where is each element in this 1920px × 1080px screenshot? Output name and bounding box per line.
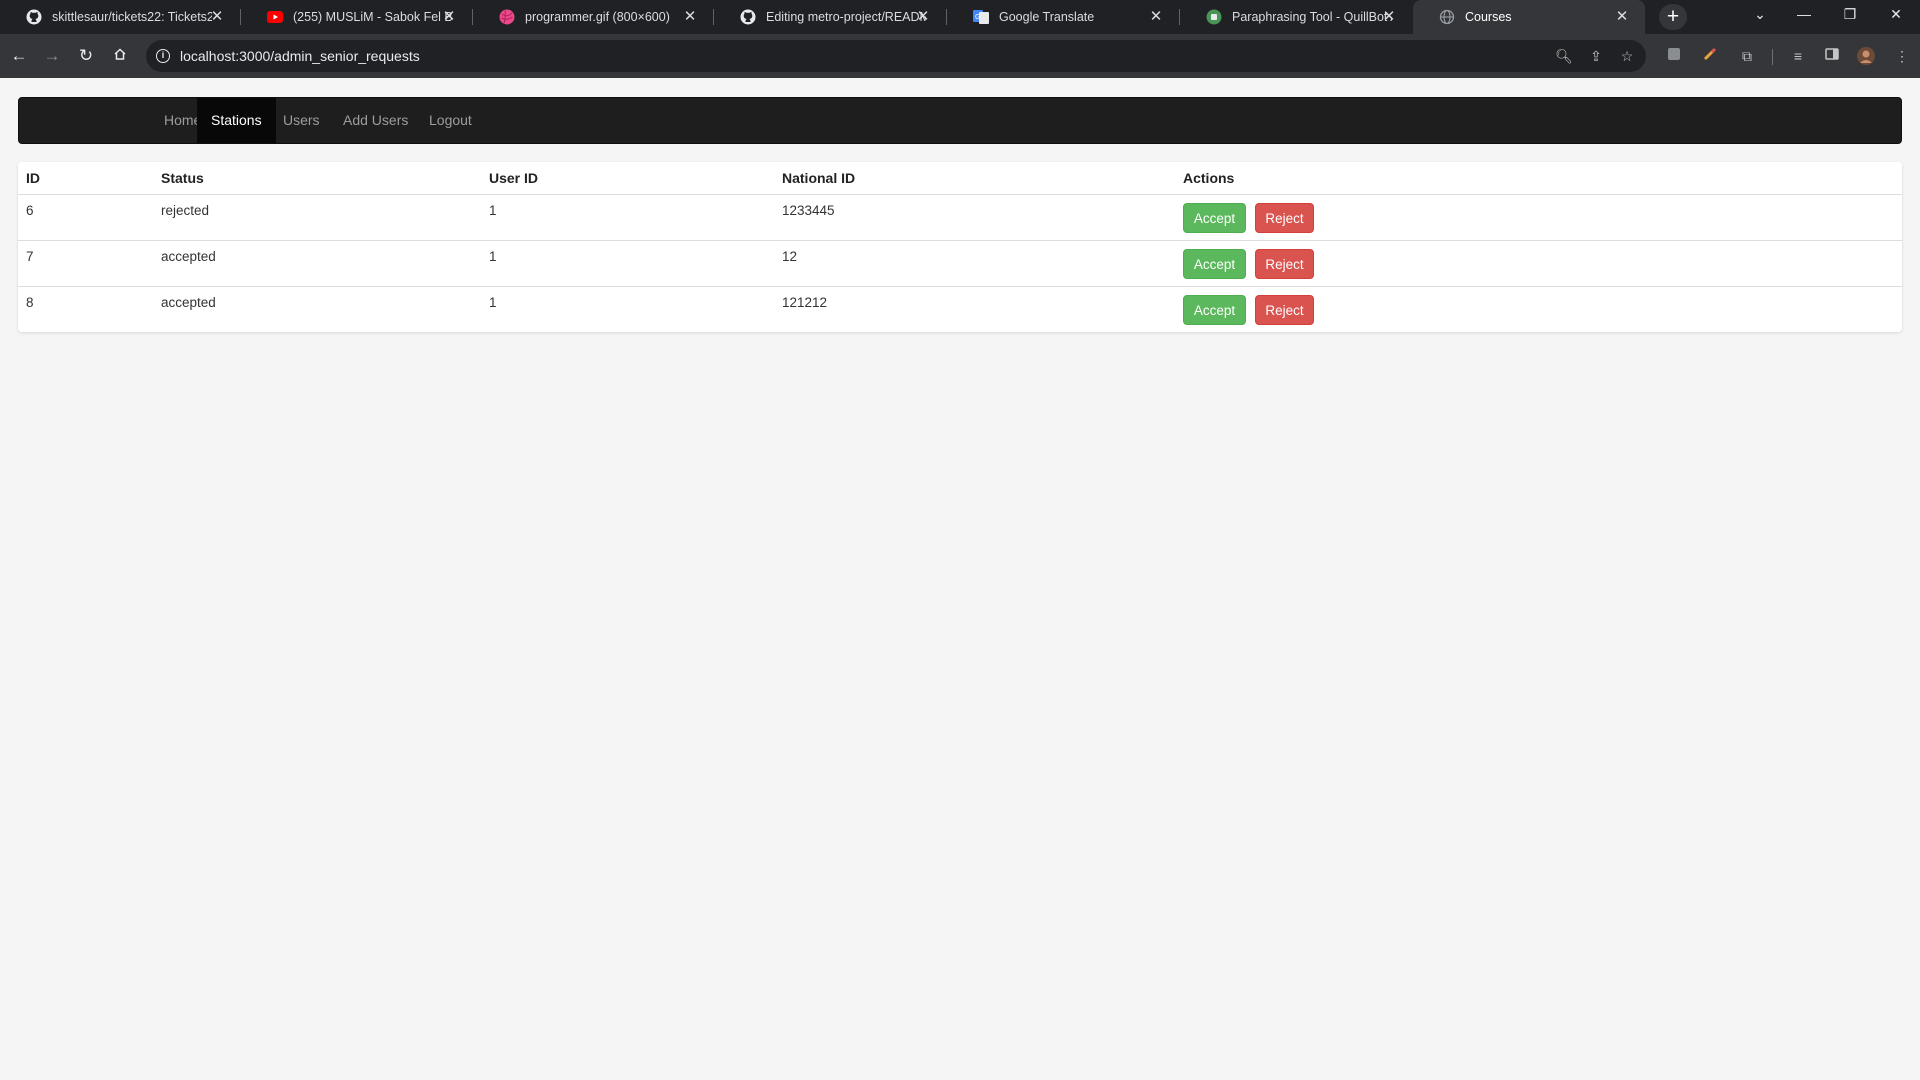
browser-menu-icon[interactable]: ⋮ xyxy=(1892,46,1912,66)
browser-tab-title: Google Translate xyxy=(999,10,1095,24)
github-icon xyxy=(26,9,42,25)
browser-tab-active[interactable]: Courses ✕ xyxy=(1413,0,1645,34)
close-tab-icon[interactable]: ✕ xyxy=(681,8,699,26)
gif-icon xyxy=(499,9,515,25)
browser-tab-6[interactable]: Paraphrasing Tool - QuillBot AI ✕ xyxy=(1180,0,1412,34)
column-header-national-id: National ID xyxy=(782,170,856,186)
zoom-icon[interactable]: 🔍︎ xyxy=(1554,46,1574,66)
github-icon xyxy=(740,9,756,25)
browser-tab-bar: skittlesaur/tickets22: Tickets22 ✕ (255)… xyxy=(0,0,1920,34)
cell-national-id: 121212 xyxy=(782,295,828,310)
nav-item-logout[interactable]: Logout xyxy=(415,98,486,143)
browser-tab-5[interactable]: G Google Translate ✕ xyxy=(947,0,1179,34)
quillbot-icon xyxy=(1206,9,1222,25)
site-info-icon[interactable]: i xyxy=(156,49,170,63)
browser-tab-3[interactable]: programmer.gif (800×600) ✕ xyxy=(473,0,713,34)
share-icon[interactable]: ⇪ xyxy=(1586,46,1606,66)
nav-item-stations[interactable]: Stations xyxy=(197,98,276,143)
browser-toolbar: ← → ↻ i localhost:3000/admin_senior_requ… xyxy=(0,34,1920,78)
cell-status: accepted xyxy=(161,295,216,310)
address-url[interactable]: localhost:3000/admin_senior_requests xyxy=(180,48,420,64)
cell-status: rejected xyxy=(161,203,210,218)
globe-icon xyxy=(1439,9,1455,25)
youtube-icon xyxy=(267,9,283,25)
back-icon[interactable]: ← xyxy=(7,44,31,68)
cell-user-id: 1 xyxy=(489,249,497,264)
extensions-puzzle-icon[interactable]: ⧉ xyxy=(1737,46,1757,66)
accept-button[interactable]: Accept xyxy=(1183,295,1246,325)
close-tab-icon[interactable]: ✕ xyxy=(208,8,226,26)
close-window-icon[interactable]: ✕ xyxy=(1873,0,1919,30)
page-content: Home Stations Users Add Users Logout ID … xyxy=(0,78,1920,1080)
browser-tab-title: Courses xyxy=(1465,10,1512,24)
tab-search-icon[interactable]: ⌄ xyxy=(1737,0,1783,30)
table-row: 8 accepted 1 121212 Accept Reject xyxy=(18,286,1902,332)
close-tab-icon[interactable]: ✕ xyxy=(1613,8,1631,26)
browser-tab-1[interactable]: skittlesaur/tickets22: Tickets22 ✕ xyxy=(0,0,240,34)
home-icon[interactable] xyxy=(108,44,132,68)
nav-item-users[interactable]: Users xyxy=(269,98,334,143)
extension-square-icon[interactable] xyxy=(1664,46,1684,66)
browser-tab-2[interactable]: (255) MUSLiM - Sabok Fel Beit ✕ xyxy=(241,0,472,34)
requests-table: ID Status User ID National ID Actions 6 … xyxy=(18,162,1902,332)
cell-id: 6 xyxy=(26,203,34,218)
column-header-actions: Actions xyxy=(1183,170,1235,186)
browser-tab-title: skittlesaur/tickets22: Tickets22 xyxy=(52,10,212,24)
close-tab-icon[interactable]: ✕ xyxy=(440,8,458,26)
new-tab-button[interactable]: + xyxy=(1659,4,1687,30)
browser-tab-title: Paraphrasing Tool - QuillBot AI xyxy=(1232,10,1392,24)
cell-status: accepted xyxy=(161,249,216,264)
reject-button[interactable]: Reject xyxy=(1255,295,1314,325)
cell-id: 7 xyxy=(26,249,34,264)
column-header-user-id: User ID xyxy=(489,170,539,186)
browser-tab-title: Editing metro-project/READM xyxy=(766,10,926,24)
close-tab-icon[interactable]: ✕ xyxy=(914,8,932,26)
top-navbar: Home Stations Users Add Users Logout xyxy=(18,97,1902,144)
color-picker-icon[interactable] xyxy=(1700,46,1720,66)
cell-id: 8 xyxy=(26,295,34,310)
nav-item-add-users[interactable]: Add Users xyxy=(329,98,422,143)
accept-button[interactable]: Accept xyxy=(1183,203,1246,233)
reload-icon[interactable]: ↻ xyxy=(74,44,98,68)
forward-icon[interactable]: → xyxy=(40,44,64,68)
cell-national-id: 1233445 xyxy=(782,203,835,218)
profile-avatar[interactable] xyxy=(1856,46,1876,66)
minimize-icon[interactable]: — xyxy=(1781,0,1827,30)
reject-button[interactable]: Reject xyxy=(1255,203,1314,233)
address-bar[interactable]: i localhost:3000/admin_senior_requests 🔍… xyxy=(146,40,1646,72)
side-panel-icon[interactable] xyxy=(1822,46,1842,66)
restore-icon[interactable]: ❐ xyxy=(1827,0,1873,30)
accept-button[interactable]: Accept xyxy=(1183,249,1246,279)
table-row: 7 accepted 1 12 Accept Reject xyxy=(18,240,1902,286)
column-header-id: ID xyxy=(26,170,40,186)
close-tab-icon[interactable]: ✕ xyxy=(1380,8,1398,26)
cell-user-id: 1 xyxy=(489,295,497,310)
browser-tab-title: programmer.gif (800×600) xyxy=(525,10,670,24)
bookmark-star-icon[interactable]: ☆ xyxy=(1617,46,1637,66)
browser-tab-title: (255) MUSLiM - Sabok Fel Beit xyxy=(293,10,453,24)
reject-button[interactable]: Reject xyxy=(1255,249,1314,279)
cell-national-id: 12 xyxy=(782,249,798,264)
close-tab-icon[interactable]: ✕ xyxy=(1147,8,1165,26)
table-row: 6 rejected 1 1233445 Accept Reject xyxy=(18,194,1902,240)
browser-tab-4[interactable]: Editing metro-project/READM ✕ xyxy=(714,0,946,34)
cell-user-id: 1 xyxy=(489,203,497,218)
media-queue-icon[interactable]: ≡ xyxy=(1788,46,1808,66)
column-header-status: Status xyxy=(161,170,204,186)
translate-icon: G xyxy=(973,9,989,25)
svg-text:G: G xyxy=(975,14,980,21)
